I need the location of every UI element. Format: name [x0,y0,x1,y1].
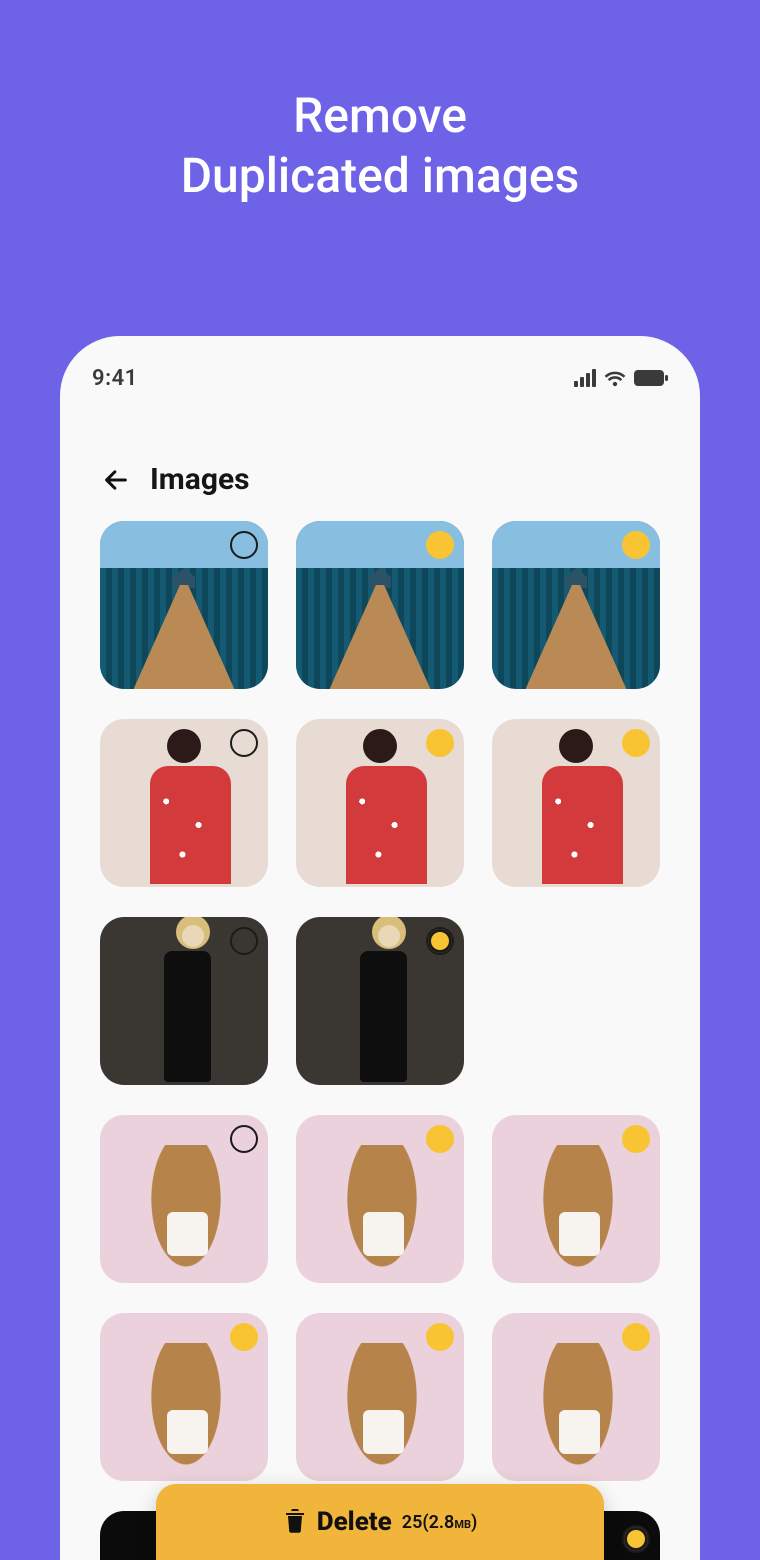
image-thumbnail[interactable] [492,1115,660,1283]
trash-icon [283,1507,307,1537]
battery-icon [634,370,668,386]
selection-indicator-icon [426,927,454,955]
arrow-left-icon [102,466,130,494]
duplicate-group [100,521,660,689]
page-title: Images [150,462,250,497]
image-thumbnail[interactable] [100,917,268,1085]
selection-indicator-icon [622,1323,650,1351]
image-thumbnail[interactable] [296,917,464,1085]
image-thumbnail[interactable] [492,719,660,887]
selection-indicator-icon [622,729,650,757]
image-thumbnail[interactable] [100,719,268,887]
phone-frame: 9:41 Images [60,336,700,1560]
promo-title: Remove Duplicated images [0,0,760,206]
delete-count: 25 [402,1512,423,1533]
delete-button[interactable]: Delete 25(2.8MB) [156,1484,604,1560]
status-icons [574,369,668,387]
image-grid [60,521,700,1560]
status-bar: 9:41 [60,348,700,408]
status-time: 9:41 [92,366,138,391]
selection-indicator-icon [426,729,454,757]
back-button[interactable] [100,464,132,496]
image-thumbnail[interactable] [296,1115,464,1283]
image-thumbnail[interactable] [296,521,464,689]
image-thumbnail[interactable] [296,719,464,887]
selection-indicator-icon [426,1125,454,1153]
promo-line-1: Remove [0,86,760,146]
selection-indicator-icon [426,1323,454,1351]
selection-indicator-icon [622,1125,650,1153]
delete-meta: 25(2.8MB) [402,1512,478,1533]
image-thumbnail[interactable] [296,1313,464,1481]
image-thumbnail[interactable] [492,521,660,689]
image-thumbnail[interactable] [100,1313,268,1481]
selection-indicator-icon [230,1323,258,1351]
promo-line-2: Duplicated images [0,146,760,206]
selection-indicator-icon [622,531,650,559]
delete-size-unit: MB [454,1518,471,1531]
selection-indicator-icon [230,531,258,559]
selection-indicator-icon [230,927,258,955]
selection-indicator-icon [230,1125,258,1153]
page-header: Images [60,408,700,521]
image-thumbnail[interactable] [492,1313,660,1481]
delete-size-value: 2.8 [429,1512,455,1533]
duplicate-group [100,719,660,887]
duplicate-group [100,917,660,1085]
wifi-icon [604,369,626,387]
selection-indicator-icon [622,1525,650,1553]
image-thumbnail[interactable] [100,521,268,689]
image-thumbnail[interactable] [100,1115,268,1283]
duplicate-group [100,1115,660,1283]
duplicate-group [100,1313,660,1481]
selection-indicator-icon [426,531,454,559]
selection-indicator-icon [230,729,258,757]
cellular-signal-icon [574,369,596,387]
delete-label: Delete [317,1507,392,1537]
